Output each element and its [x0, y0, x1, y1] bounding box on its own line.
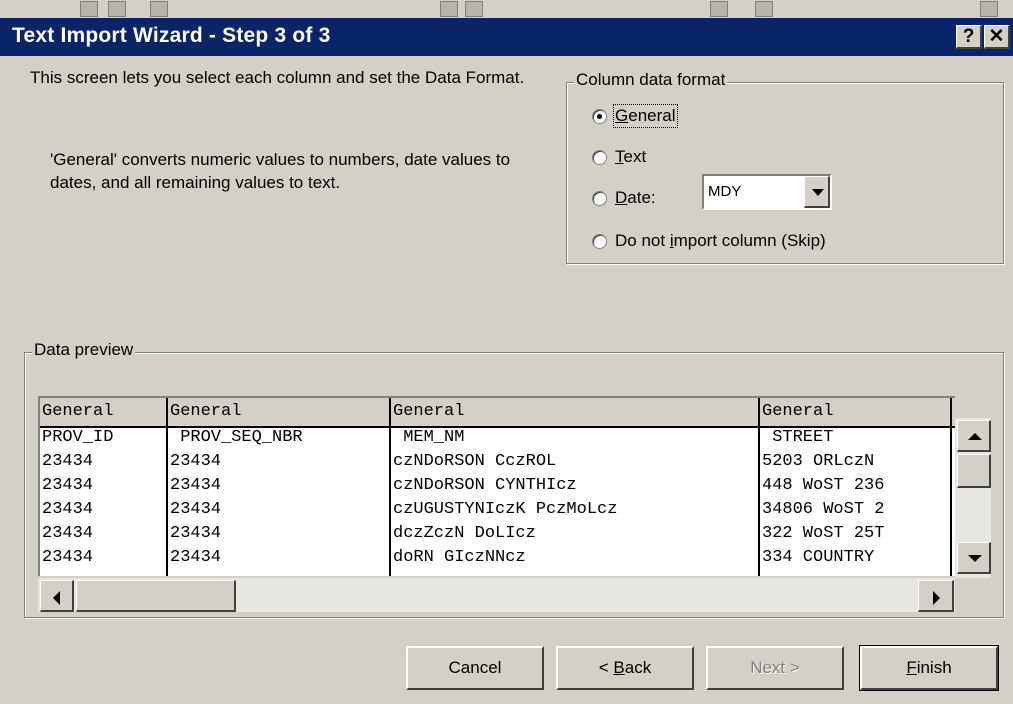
radio-button[interactable] — [592, 108, 607, 124]
radio-button[interactable] — [592, 233, 607, 249]
chevron-down-icon[interactable] — [804, 176, 830, 208]
preview-column-4[interactable]: General STREET 5203 ORLczN 448 WoST 236 … — [760, 398, 950, 576]
preview-cell: czNDoRSON CYNTHIcz — [393, 476, 577, 495]
cancel-button[interactable]: Cancel — [406, 646, 544, 690]
preview-cell: PROV_ID — [42, 428, 114, 447]
preview-cell: 23434 — [42, 476, 94, 495]
preview-cell: 334 COUNTRY — [762, 548, 875, 567]
preview-cell: 5203 ORLczN — [762, 452, 875, 471]
toolbar-icon — [440, 1, 458, 17]
preview-cell: 448 WoST 236 — [762, 476, 885, 495]
radio-skip[interactable]: Do not import column (Skip) — [592, 229, 826, 253]
vertical-scroll-thumb[interactable] — [957, 454, 991, 488]
app-toolbar-remnant — [0, 0, 1013, 19]
window-title: Text Import Wizard - Step 3 of 3 — [12, 24, 331, 47]
toolbar-icon — [465, 1, 483, 17]
horizontal-scrollbar[interactable] — [38, 578, 955, 612]
preview-cell: 322 WoST 25T — [762, 524, 885, 543]
toolbar-icon — [980, 1, 998, 17]
preview-cell: 23434 — [170, 548, 222, 567]
scroll-up-icon[interactable] — [957, 420, 991, 452]
preview-cell: 23434 — [170, 476, 222, 495]
toolbar-icon — [108, 1, 126, 17]
date-format-select[interactable]: MDY — [702, 174, 832, 210]
preview-column-3[interactable]: General MEM_NM czNDoRSON CczROL czNDoRSO… — [391, 398, 758, 576]
preview-cell: czUGUSTYNIczK PczMoLcz — [393, 500, 618, 519]
preview-cell: 34806 WoST 2 — [762, 500, 885, 519]
help-button[interactable]: ? — [956, 25, 982, 49]
radio-text-label: Text — [615, 147, 647, 166]
radio-general[interactable]: General — [592, 104, 678, 128]
preview-cell: 23434 — [42, 452, 94, 471]
radio-text[interactable]: Text — [592, 145, 646, 169]
radio-date-label: Date: — [615, 188, 656, 207]
back-button[interactable]: < Back — [556, 646, 694, 690]
preview-column-2[interactable]: General PROV_SEQ_NBR 23434 23434 23434 2… — [168, 398, 389, 576]
title-bar: Text Import Wizard - Step 3 of 3 ? ✕ — [0, 18, 1013, 56]
preview-cell: 23434 — [170, 500, 222, 519]
wizard-description: This screen lets you select each column … — [30, 68, 525, 87]
toolbar-icon — [80, 1, 98, 17]
radio-button[interactable] — [592, 149, 607, 165]
column-format-header[interactable]: General — [393, 402, 464, 422]
preview-cell: 23434 — [170, 452, 222, 471]
scroll-right-icon[interactable] — [918, 580, 954, 612]
preview-cell: 23434 — [170, 524, 222, 543]
toolbar-icon — [150, 1, 168, 17]
preview-cell: PROV_SEQ_NBR — [170, 428, 303, 447]
close-button[interactable]: ✕ — [984, 25, 1010, 49]
preview-cell: doRN GIczNNcz — [393, 548, 526, 567]
radio-general-label: General — [613, 104, 678, 128]
preview-column-1[interactable]: General PROV_ID 23434 23434 23434 23434 … — [40, 398, 166, 576]
column-divider — [950, 398, 952, 576]
preview-cell: STREET — [762, 428, 834, 447]
scroll-down-icon[interactable] — [957, 542, 991, 574]
toolbar-icon — [755, 1, 773, 17]
preview-cell: czNDoRSON CczROL — [393, 452, 557, 471]
preview-cell: 23434 — [42, 524, 94, 543]
preview-cell: 23434 — [42, 548, 94, 567]
next-button[interactable]: Next > — [706, 646, 844, 690]
data-preview-legend: Data preview — [32, 340, 136, 360]
column-format-header[interactable]: General — [42, 402, 113, 422]
vertical-scrollbar[interactable] — [955, 418, 991, 578]
scroll-left-icon[interactable] — [40, 580, 74, 612]
data-preview-grid[interactable]: General PROV_ID 23434 23434 23434 23434 … — [38, 396, 955, 576]
preview-cell: dczZczN DoLIcz — [393, 524, 536, 543]
preview-cell: MEM_NM — [393, 428, 465, 447]
column-format-legend: Column data format — [574, 70, 728, 90]
column-format-header[interactable]: General — [170, 402, 241, 422]
general-format-help: 'General' converts numeric values to num… — [50, 150, 511, 192]
finish-button[interactable]: Finish — [859, 645, 999, 691]
radio-skip-label: Do not import column (Skip) — [615, 231, 826, 250]
date-format-value: MDY — [708, 183, 742, 200]
horizontal-scroll-thumb[interactable] — [76, 580, 236, 612]
preview-cell: 23434 — [42, 500, 94, 519]
toolbar-icon — [710, 1, 728, 17]
column-format-header[interactable]: General — [762, 402, 833, 422]
radio-date[interactable]: Date: — [592, 186, 656, 210]
radio-button[interactable] — [592, 190, 607, 206]
